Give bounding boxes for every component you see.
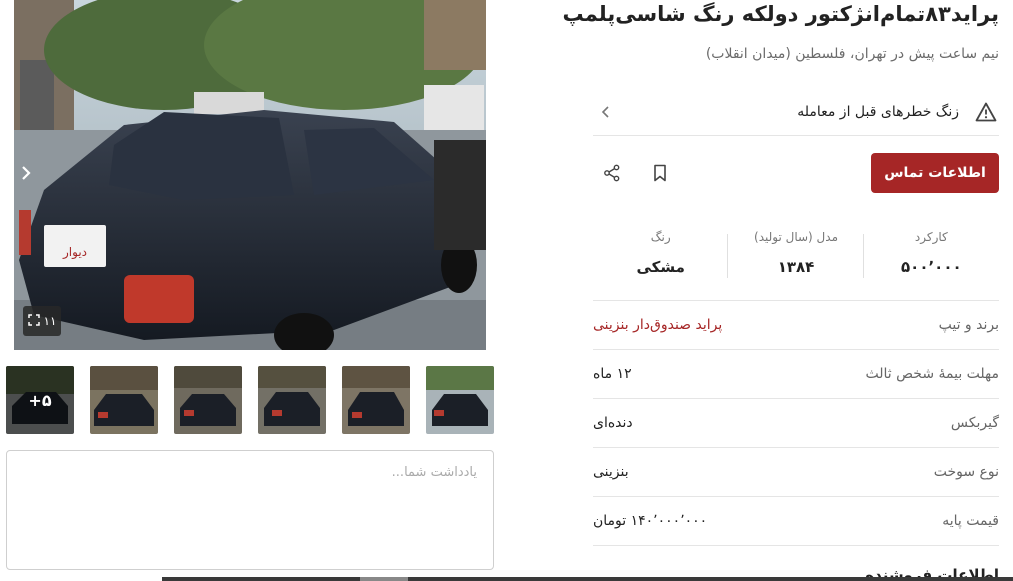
notes-textarea[interactable] — [6, 450, 494, 570]
warning-link[interactable]: زنگ خطرهای قبل از معامله — [593, 88, 999, 136]
thumbnail[interactable] — [174, 366, 242, 434]
key-stats: کارکرد ۵۰۰٬۰۰۰ مدل (سال تولید) ۱۳۸۴ رنگ … — [593, 218, 999, 296]
listing-details: پراید۸۳تمام‌انژکتور دولکه رنگ شاسی‌پلمپ … — [562, 0, 999, 581]
stat-label: کارکرد — [914, 230, 948, 244]
photo-count-label: ۱۱ — [43, 314, 57, 328]
detail-value: ۱۴۰٬۰۰۰٬۰۰۰ تومان — [593, 513, 708, 529]
detail-value: دنده‌ای — [593, 415, 633, 431]
detail-row-brand: برند و تیپ پراید صندوق‌دار بنزینی — [593, 301, 999, 350]
stat-value: ۵۰۰٬۰۰۰ — [901, 258, 962, 276]
detail-row-gearbox: گیربکس دنده‌ای — [593, 399, 999, 448]
detail-label: گیربکس — [950, 415, 999, 431]
photo-count-badge[interactable]: ۱۱ — [23, 306, 61, 336]
main-photo[interactable]: دیوار ۱۱ — [14, 0, 486, 350]
thumbnail-image — [258, 366, 326, 434]
plate-watermark: دیوار — [62, 245, 87, 260]
detail-value: بنزینی — [593, 464, 629, 480]
thumbnail[interactable] — [342, 366, 410, 434]
stat-label: رنگ — [650, 230, 671, 244]
chevron-left-icon — [599, 102, 613, 122]
detail-value: ۱۲ ماه — [593, 366, 632, 382]
bookmark-icon[interactable] — [647, 160, 673, 186]
detail-row-insurance: مهلت بیمهٔ شخص ثالث ۱۲ ماه — [593, 350, 999, 399]
detail-label: مهلت بیمهٔ شخص ثالث — [865, 366, 1000, 382]
thumbnail-image — [174, 366, 242, 434]
next-photo-arrow-icon[interactable] — [16, 158, 36, 188]
more-photos-label: +۵ — [6, 366, 74, 434]
scrollbar-thumb[interactable] — [360, 577, 408, 581]
stat-label: مدل (سال تولید) — [754, 230, 838, 244]
detail-label: برند و تیپ — [938, 317, 999, 333]
thumbnail-active[interactable] — [426, 366, 494, 434]
expand-icon — [27, 313, 40, 329]
listing-subtitle: نیم ساعت پیش در تهران، فلسطین (میدان انق… — [705, 46, 999, 62]
action-bar: اطلاعات تماس — [593, 150, 999, 196]
thumbnail-image — [426, 366, 494, 434]
detail-row-price: قیمت پایه ۱۴۰٬۰۰۰٬۰۰۰ تومان — [593, 497, 999, 546]
thumbnail-image — [90, 366, 158, 434]
stat-value: مشکی — [636, 258, 685, 276]
thumbnail-image — [342, 366, 410, 434]
thumbnail-more[interactable]: +۵ — [6, 366, 74, 434]
share-icon[interactable] — [599, 160, 625, 186]
details-table: برند و تیپ پراید صندوق‌دار بنزینی مهلت ب… — [593, 300, 999, 546]
listing-title: پراید۸۳تمام‌انژکتور دولکه رنگ شاسی‌پلمپ — [562, 2, 999, 26]
contact-info-button[interactable]: اطلاعات تماس — [871, 153, 999, 193]
detail-row-fuel: نوع سوخت بنزینی — [593, 448, 999, 497]
stat-model-year: مدل (سال تولید) ۱۳۸۴ — [728, 218, 865, 296]
car-photo-image: دیوار — [14, 0, 486, 350]
warning-icon — [973, 99, 999, 125]
warning-label: زنگ خطرهای قبل از معامله — [797, 103, 959, 120]
brand-link[interactable]: پراید صندوق‌دار بنزینی — [593, 317, 722, 333]
detail-label: نوع سوخت — [933, 464, 999, 480]
thumbnail[interactable] — [90, 366, 158, 434]
stat-color: رنگ مشکی — [593, 218, 729, 296]
detail-label: قیمت پایه — [942, 513, 999, 529]
horizontal-scrollbar[interactable] — [162, 577, 1013, 581]
stat-value: ۱۳۸۴ — [777, 258, 815, 276]
stat-mileage: کارکرد ۵۰۰٬۰۰۰ — [864, 218, 999, 296]
thumbnail-strip: +۵ — [6, 366, 494, 434]
thumbnail[interactable] — [258, 366, 326, 434]
